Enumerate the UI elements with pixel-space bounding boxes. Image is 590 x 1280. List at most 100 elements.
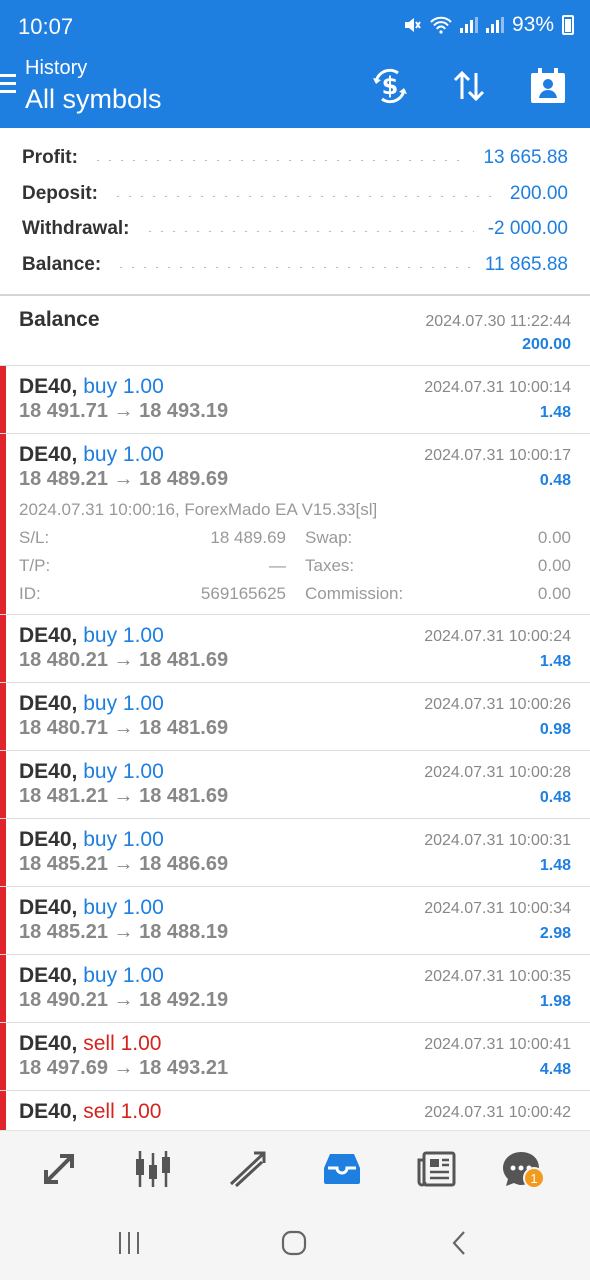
commission-value: 0.00 [537, 584, 571, 603]
recent-apps-icon [119, 1232, 139, 1254]
quotes-icon [44, 1154, 74, 1184]
app-header: History All symbols $ [0, 52, 590, 128]
deal-side-marker [0, 819, 6, 886]
deal-datetime: 2024.07.31 10:00:14 [424, 379, 571, 396]
deal-row[interactable]: DE40, buy 1.00 18 491.71 → 18 493.19 202… [0, 366, 590, 434]
deal-datetime: 2024.07.31 10:00:34 [424, 900, 571, 917]
deal-row[interactable]: DE40, sell 1.00 18 497.69 → 18 493.21 20… [0, 1023, 590, 1091]
profit-value: 13 665.88 [483, 147, 568, 168]
deal-profit: 1.48 [539, 857, 571, 874]
deposit-value: 200.00 [509, 183, 568, 204]
deal-datetime: 2024.07.31 10:00:42 [424, 1104, 571, 1121]
news-icon [417, 1151, 456, 1187]
swap-value: 0.00 [537, 528, 571, 547]
app-top-bar: 10:07 93% History All symbols $ [0, 0, 590, 128]
deal-side: buy 1.00 [83, 896, 164, 919]
deal-side-marker [0, 615, 6, 682]
deal-profit: 2.98 [539, 925, 571, 942]
deal-datetime: 2024.07.31 10:00:31 [424, 832, 571, 849]
deal-symbol: DE40, [19, 828, 78, 851]
period-calendar-icon [531, 68, 565, 103]
balance-operation-row[interactable]: Balance 2024.07.30 11:22:44 200.00 [0, 296, 590, 366]
mute-icon [404, 18, 421, 32]
history-summary: Profit: 13 665.88 Deposit: 200.00 Withdr… [0, 128, 590, 296]
deals-list[interactable]: Balance 2024.07.30 11:22:44 200.00 DE40,… [0, 296, 590, 1130]
symbol-filter-title[interactable]: All symbols [25, 84, 162, 115]
deal-symbol: DE40, [19, 692, 78, 715]
deal-row[interactable]: DE40, buy 1.00 18 490.21 → 18 492.19 202… [0, 955, 590, 1023]
deposit-withdraw-icon: $ [373, 68, 407, 104]
deal-prices: 18 480.21 → 18 481.69 [19, 649, 229, 671]
deal-side: buy 1.00 [83, 828, 164, 851]
home-button[interactable] [274, 1228, 314, 1258]
chart-icon [136, 1151, 170, 1187]
deal-symbol: DE40, [19, 1100, 78, 1123]
back-button[interactable] [440, 1228, 480, 1258]
period-button[interactable] [526, 64, 570, 108]
profit-label: Profit: [22, 147, 78, 168]
commission-label: Commission: [305, 584, 404, 603]
sort-icon [453, 70, 485, 102]
nav-history[interactable] [314, 1143, 370, 1195]
deal-datetime: 2024.07.31 10:00:26 [424, 696, 571, 713]
tp-label: T/P: [19, 556, 51, 575]
chat-badge: 1 [523, 1167, 545, 1189]
deal-datetime: 2024.07.31 10:00:17 [424, 447, 571, 464]
nav-chat[interactable]: 1 [493, 1143, 549, 1195]
deal-side-marker [0, 955, 6, 1022]
deal-profit: 0.98 [539, 721, 571, 738]
deal-side-marker [0, 1023, 6, 1090]
wifi-icon [430, 16, 452, 34]
detail-row: ID: 569165625 Commission: 0.00 [19, 584, 571, 606]
balance-label: Balance: [22, 254, 102, 275]
recent-apps-button[interactable] [109, 1228, 149, 1258]
menu-icon[interactable] [0, 74, 16, 94]
deal-row[interactable]: DE40, buy 1.00 18 485.21 → 18 486.69 202… [0, 819, 590, 887]
status-icons: 93% [402, 13, 574, 37]
nav-news[interactable] [409, 1143, 465, 1195]
deal-row[interactable]: DE40, buy 1.00 18 480.71 → 18 481.69 202… [0, 683, 590, 751]
deal-profit: 0.48 [539, 789, 571, 806]
deal-row[interactable]: DE40, buy 1.00 18 480.21 → 18 481.69 202… [0, 615, 590, 683]
deal-row[interactable]: DE40, buy 1.00 18 481.21 → 18 481.69 202… [0, 751, 590, 819]
signal-icon [459, 17, 478, 33]
deal-row[interactable]: DE40, sell 1.00 2024.07.31 10:00:42 [0, 1091, 590, 1130]
deal-datetime: 2024.07.31 10:00:28 [424, 764, 571, 781]
sort-button[interactable] [447, 64, 491, 108]
deal-side-marker [0, 683, 6, 750]
deal-profit: 0.48 [539, 472, 571, 489]
deal-profit: 1.98 [539, 993, 571, 1010]
deal-datetime: 2024.07.30 11:22:44 [425, 313, 571, 330]
deal-prices: 18 485.21 → 18 486.69 [19, 853, 229, 875]
summary-balance-row: Balance: 11 865.88 [22, 250, 568, 280]
deal-side-marker [0, 751, 6, 818]
deal-symbol: DE40, [19, 443, 78, 466]
deal-datetime: 2024.07.31 10:00:35 [424, 968, 571, 985]
deal-side: sell 1.00 [83, 1100, 162, 1123]
nav-quotes[interactable] [31, 1143, 87, 1195]
home-icon [281, 1230, 307, 1256]
deal-prices: 18 485.21 → 18 488.19 [19, 921, 229, 943]
header-subtitle: History [25, 57, 88, 79]
deal-comment: 2024.07.31 10:00:16, ForexMado EA V15.33… [19, 500, 378, 519]
nav-chart[interactable] [125, 1143, 181, 1195]
deposit-label: Deposit: [22, 183, 98, 204]
deal-profit: 4.48 [539, 1061, 571, 1078]
dotted-leader [112, 195, 496, 197]
summary-deposit-row: Deposit: 200.00 [22, 179, 568, 209]
deal-side-marker [0, 887, 6, 954]
nav-trade[interactable] [219, 1143, 275, 1195]
deal-prices: 18 489.21 → 18 489.69 [19, 468, 229, 490]
deal-symbol: DE40, [19, 760, 78, 783]
deal-row-expanded[interactable]: DE40, buy 1.00 18 489.21 → 18 489.69 202… [0, 434, 590, 615]
signal-icon [485, 17, 504, 33]
deal-datetime: 2024.07.31 10:00:24 [424, 628, 571, 645]
id-label: ID: [19, 584, 41, 603]
deal-symbol: DE40, [19, 964, 78, 987]
dotted-leader [115, 266, 471, 268]
deal-row[interactable]: DE40, buy 1.00 18 485.21 → 18 488.19 202… [0, 887, 590, 955]
battery-icon [562, 15, 574, 35]
history-icon [324, 1154, 360, 1184]
trade-icon [229, 1151, 266, 1188]
deposit-withdraw-button[interactable]: $ [368, 64, 412, 108]
